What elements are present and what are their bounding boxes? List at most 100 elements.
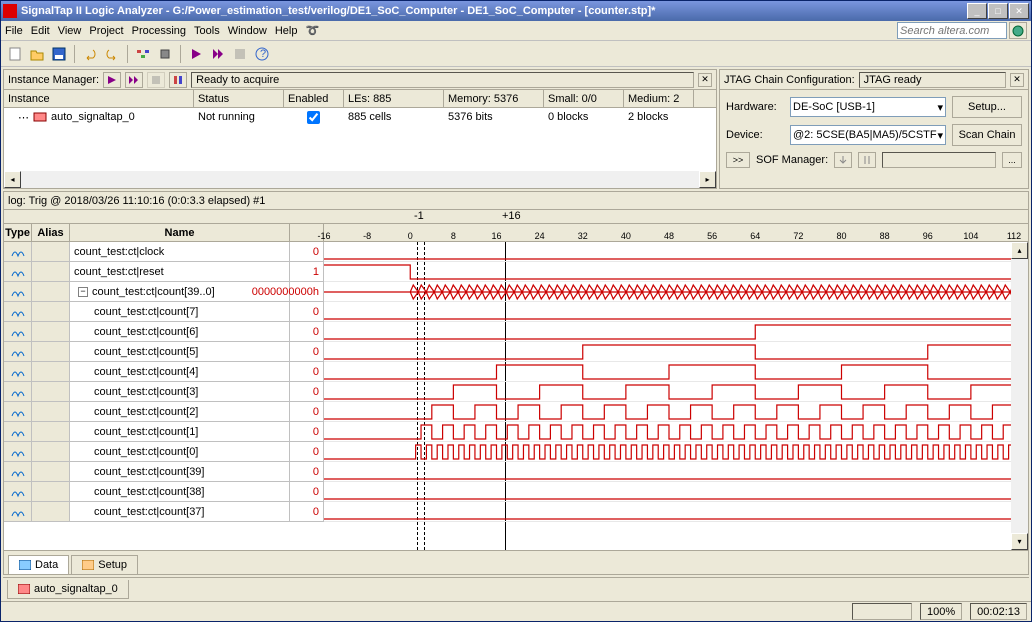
jtag-panel: JTAG Chain Configuration: JTAG ready ✕ H…: [719, 69, 1029, 189]
signal-value: 0: [313, 326, 319, 338]
sof-path-field[interactable]: [882, 152, 996, 168]
menu-window[interactable]: Window: [228, 25, 267, 37]
scroll-up-icon[interactable]: ▴: [1011, 242, 1028, 259]
open-icon[interactable]: [27, 44, 47, 64]
minimize-button[interactable]: _: [967, 3, 987, 19]
instance-small: 0 blocks: [544, 109, 624, 125]
signal-value: 0: [313, 406, 319, 418]
signal-row[interactable]: count_test:ct|reset 1: [4, 262, 324, 282]
menu-tools[interactable]: Tools: [194, 25, 220, 37]
tab-data[interactable]: Data: [8, 555, 69, 574]
col-status[interactable]: Status: [194, 90, 284, 107]
signal-value: 0: [313, 246, 319, 258]
signal-row[interactable]: count_test:ct|count[5] 0: [4, 342, 324, 362]
attach-icon[interactable]: [858, 152, 876, 168]
browse-button[interactable]: ...: [1002, 152, 1022, 168]
read-data-button[interactable]: [169, 72, 187, 88]
save-icon[interactable]: [49, 44, 69, 64]
instance-enabled-checkbox[interactable]: [307, 111, 320, 124]
signal-row[interactable]: count_test:ct|clock 0: [4, 242, 324, 262]
help-icon[interactable]: ➰: [305, 24, 319, 37]
signal-value: 1: [313, 266, 319, 278]
signal-row[interactable]: count_test:ct|count[0] 0: [4, 442, 324, 462]
col-memory[interactable]: Memory: 5376: [444, 90, 544, 107]
autorun-icon[interactable]: [208, 44, 228, 64]
signal-row[interactable]: count_test:ct|count[39] 0: [4, 462, 324, 482]
col-alias[interactable]: Alias: [32, 224, 70, 242]
search-input[interactable]: [897, 22, 1007, 39]
chip-icon[interactable]: [155, 44, 175, 64]
nodes-icon[interactable]: [133, 44, 153, 64]
waveform-canvas[interactable]: [324, 242, 1028, 550]
scan-chain-button[interactable]: Scan Chain: [952, 124, 1022, 146]
scroll-down-icon[interactable]: ▾: [1011, 533, 1028, 550]
signal-value: 0: [313, 306, 319, 318]
help-toolbar-icon[interactable]: ?: [252, 44, 272, 64]
signal-row[interactable]: count_test:ct|count[3] 0: [4, 382, 324, 402]
close-button[interactable]: ✕: [1009, 3, 1029, 19]
time-ruler[interactable]: -16-8081624324048566472808896104112: [324, 224, 1028, 242]
signal-row[interactable]: count_test:ct|count[38] 0: [4, 482, 324, 502]
more-button[interactable]: >>: [726, 152, 750, 168]
stop-icon[interactable]: [230, 44, 250, 64]
waveform-panel: log: Trig @ 2018/03/26 11:10:16 (0:0:3.3…: [3, 191, 1029, 575]
menu-processing[interactable]: Processing: [132, 25, 186, 37]
jtag-close-button[interactable]: ✕: [1010, 73, 1024, 87]
status-time: 00:02:13: [970, 603, 1027, 620]
scroll-right-icon[interactable]: ▸: [699, 171, 716, 188]
device-label: Device:: [726, 129, 784, 141]
undo-icon[interactable]: [80, 44, 100, 64]
signal-name: count_test:ct|count[39]: [94, 466, 204, 478]
col-name[interactable]: Name: [70, 224, 290, 242]
signal-row[interactable]: count_test:ct|count[37] 0: [4, 502, 324, 522]
device-select[interactable]: @2: 5CSE(BA5|MA5)/5CSTF ▾: [790, 125, 946, 145]
download-icon[interactable]: [834, 152, 852, 168]
data-icon: [19, 560, 31, 570]
scroll-left-icon[interactable]: ◂: [4, 171, 21, 188]
run-analysis-button[interactable]: [103, 72, 121, 88]
setup-button[interactable]: Setup...: [952, 96, 1022, 118]
new-icon[interactable]: [5, 44, 25, 64]
search-web-button[interactable]: [1009, 22, 1027, 39]
menu-view[interactable]: View: [58, 25, 82, 37]
instance-icon: [33, 111, 47, 123]
app-icon: [3, 4, 17, 18]
col-enabled[interactable]: Enabled: [284, 90, 344, 107]
hardware-select[interactable]: DE-SoC [USB-1] ▾: [790, 97, 946, 117]
tab-setup[interactable]: Setup: [71, 555, 138, 574]
signal-row[interactable]: count_test:ct|count[4] 0: [4, 362, 324, 382]
bottom-tab[interactable]: auto_signaltap_0: [7, 580, 129, 599]
signal-value: 0: [313, 446, 319, 458]
close-panel-button[interactable]: ✕: [698, 73, 712, 87]
autorun-analysis-button[interactable]: [125, 72, 143, 88]
signal-name: count_test:ct|count[0]: [94, 446, 198, 458]
signal-row[interactable]: count_test:ct|count[7] 0: [4, 302, 324, 322]
redo-icon[interactable]: [102, 44, 122, 64]
col-type[interactable]: Type: [4, 224, 32, 242]
menu-project[interactable]: Project: [89, 25, 123, 37]
signal-row[interactable]: count_test:ct|count[1] 0: [4, 422, 324, 442]
col-instance[interactable]: Instance: [4, 90, 194, 107]
menu-file[interactable]: File: [5, 25, 23, 37]
instance-h-scrollbar[interactable]: ◂ ▸: [4, 171, 716, 188]
signal-row[interactable]: count_test:ct|count[2] 0: [4, 402, 324, 422]
wave-v-scrollbar[interactable]: ▴ ▾: [1011, 242, 1028, 550]
col-small[interactable]: Small: 0/0: [544, 90, 624, 107]
menu-edit[interactable]: Edit: [31, 25, 50, 37]
marker-right: +16: [502, 210, 521, 222]
instance-name: auto_signaltap_0: [51, 111, 135, 123]
stop-analysis-button[interactable]: [147, 72, 165, 88]
sof-manager-label: SOF Manager:: [756, 154, 828, 166]
maximize-button[interactable]: □: [988, 3, 1008, 19]
titlebar[interactable]: SignalTap II Logic Analyzer - G:/Power_e…: [1, 1, 1031, 21]
signal-name: count_test:ct|count[7]: [94, 306, 198, 318]
col-les[interactable]: LEs: 885: [344, 90, 444, 107]
signal-row[interactable]: count_test:ct|count[6] 0: [4, 322, 324, 342]
menu-help[interactable]: Help: [275, 25, 298, 37]
instance-row[interactable]: ⋯ auto_signaltap_0 Not running 885 cells…: [4, 108, 716, 126]
run-icon[interactable]: [186, 44, 206, 64]
signal-name: count_test:ct|count[6]: [94, 326, 198, 338]
jtag-status: JTAG ready: [859, 72, 1006, 88]
col-medium[interactable]: Medium: 2: [624, 90, 694, 107]
signal-row[interactable]: −count_test:ct|count[39..0] 0000000000h: [4, 282, 324, 302]
